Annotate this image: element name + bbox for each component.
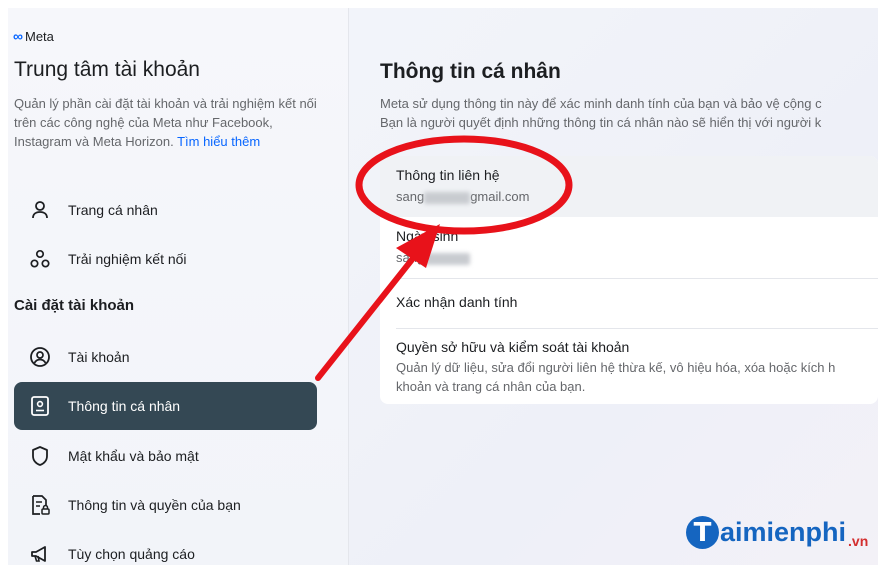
sidebar-item-label: Mật khẩu và bảo mật: [68, 448, 199, 464]
identity-confirmation-row[interactable]: Xác nhận danh tính: [380, 278, 878, 328]
accounts-center-description-text: Quản lý phần cài đặt tài khoản và trải n…: [14, 96, 317, 149]
watermark: T aimienphi .vn: [686, 516, 868, 549]
account-circle-icon: [28, 345, 52, 369]
sidebar-item-profile[interactable]: Trang cá nhân: [14, 186, 317, 234]
sidebar-item-connected-experiences[interactable]: Trải nghiệm kết nối: [14, 235, 317, 283]
ownership-control-row[interactable]: Quyền sở hữu và kiểm soát tài khoản Quản…: [380, 328, 878, 404]
ownership-control-title: Quyền sở hữu và kiểm soát tài khoản: [396, 339, 630, 355]
accounts-center-description: Quản lý phần cài đặt tài khoản và trải n…: [14, 94, 319, 151]
connected-experiences-icon: [28, 247, 52, 271]
page-title: Thông tin cá nhân: [380, 60, 561, 83]
sidebar-item-your-info-permissions[interactable]: Thông tin và quyền của bạn: [14, 481, 317, 529]
redacted-blur: [424, 191, 471, 204]
main-content: Thông tin cá nhân Meta sử dụng thông tin…: [348, 8, 878, 565]
sidebar-item-ad-preferences[interactable]: Tùy chọn quảng cáo: [14, 530, 317, 565]
person-icon: [28, 198, 52, 222]
page-description-line: Meta sử dụng thông tin này để xác minh d…: [380, 96, 822, 111]
accounts-center-title: Trung tâm tài khoản: [14, 58, 200, 81]
ownership-control-desc: khoản và trang cá nhân của bạn.: [396, 379, 586, 394]
email-prefix: sang: [396, 189, 425, 204]
shield-icon: [28, 444, 52, 468]
contact-info-title: Thông tin liên hệ: [396, 167, 500, 183]
meta-brand-name: Meta: [24, 28, 54, 44]
meta-logo-icon: ∞: [13, 28, 23, 44]
sidebar-item-label: Trang cá nhân: [68, 202, 158, 218]
ownership-control-desc: Quản lý dữ liệu, sửa đổi người liên hệ t…: [396, 360, 836, 375]
contact-info-value: sang gmail.com: [396, 189, 529, 204]
sidebar-item-label: Trải nghiệm kết nối: [68, 251, 187, 267]
watermark-brand-text: aimienphi: [720, 517, 847, 547]
id-card-icon: [28, 394, 52, 418]
personal-info-card: Thông tin liên hệ sang gmail.com Ngày sin…: [380, 156, 878, 404]
sidebar-item-password-security[interactable]: Mật khẩu và bảo mật: [14, 432, 317, 480]
meta-brand[interactable]: ∞ Meta: [13, 28, 54, 44]
sidebar-item-account[interactable]: Tài khoản: [14, 333, 317, 381]
document-lock-icon: [28, 493, 52, 517]
sidebar-item-label: Thông tin cá nhân: [68, 398, 181, 414]
identity-confirmation-title: Xác nhận danh tính: [396, 294, 518, 310]
contact-info-row[interactable]: Thông tin liên hệ sang gmail.com: [380, 156, 878, 217]
email-suffix: gmail.com: [470, 189, 530, 204]
watermark-suffix: .vn: [848, 533, 869, 549]
accounts-center-window: ∞ Meta Trung tâm tài khoản Quản lý phần …: [8, 8, 878, 565]
birthday-title: Ngày sinh: [396, 228, 459, 244]
account-settings-heading: Cài đặt tài khoản: [14, 297, 135, 314]
sidebar-item-label: Thông tin và quyền của bạn: [68, 497, 241, 513]
sidebar-item-label: Tùy chọn quảng cáo: [68, 546, 195, 562]
sidebar-item-label: Tài khoản: [68, 349, 130, 365]
birthday-value: sang: [396, 250, 471, 265]
watermark-logo-icon: T: [686, 516, 719, 549]
redacted-blur: [424, 252, 471, 265]
sidebar-item-personal-info[interactable]: Thông tin cá nhân: [14, 382, 317, 430]
birthday-row[interactable]: Ngày sinh sang: [380, 217, 878, 278]
page-description-line: Bạn là người quyết định những thông tin …: [380, 115, 822, 130]
page-description: Meta sử dụng thông tin này để xác minh d…: [380, 94, 878, 132]
birthday-prefix: sang: [396, 250, 425, 265]
sidebar: ∞ Meta Trung tâm tài khoản Quản lý phần …: [8, 8, 349, 565]
megaphone-icon: [28, 542, 52, 565]
learn-more-link[interactable]: Tìm hiểu thêm: [177, 134, 260, 149]
